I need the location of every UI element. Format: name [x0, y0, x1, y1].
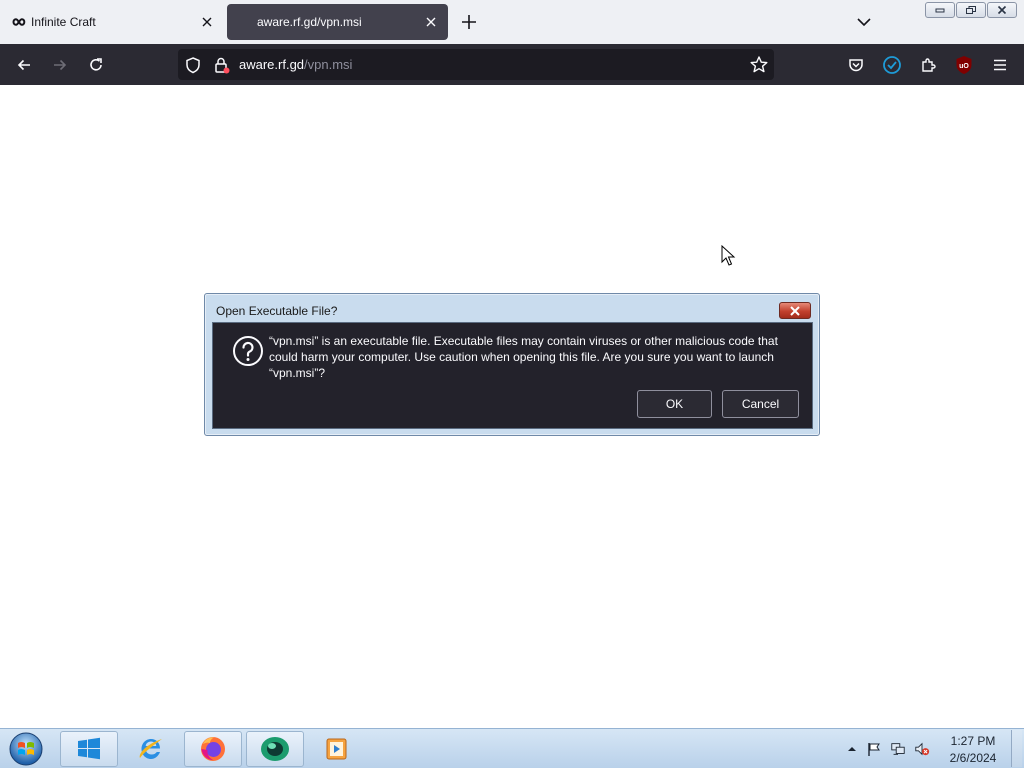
ublock-icon[interactable]: uO: [952, 53, 976, 77]
reload-icon[interactable]: [84, 53, 108, 77]
internet-explorer-icon: [139, 739, 162, 759]
url-text[interactable]: aware.rf.gd/vpn.msi: [239, 57, 352, 72]
tab-label: aware.rf.gd/vpn.msi: [257, 15, 362, 29]
back-icon[interactable]: [12, 53, 36, 77]
taskbar: 1:27 PM 2/6/2024: [0, 728, 1024, 768]
show-desktop-button[interactable]: [1011, 730, 1022, 767]
menu-icon[interactable]: [988, 53, 1012, 77]
extension-check-icon[interactable]: [880, 53, 904, 77]
taskbar-item-media-player[interactable]: [308, 731, 366, 767]
tab-label: Infinite Craft: [31, 15, 96, 29]
url-path: /vpn.msi: [304, 57, 353, 72]
volume-muted-icon[interactable]: [914, 741, 930, 757]
svg-text:uO: uO: [959, 63, 969, 70]
taskbar-item-internet-explorer[interactable]: [122, 731, 180, 767]
clock-date[interactable]: 2/6/2024: [944, 751, 1002, 765]
taskbar-item-windows[interactable]: [60, 731, 118, 767]
tab-strip: Infinite Craft aware.rf.gd/vpn.msi: [0, 0, 1024, 44]
tab-infinite-craft[interactable]: Infinite Craft: [0, 4, 224, 40]
dialog-message: “vpn.msi” is an executable file. Executa…: [269, 334, 778, 380]
taskbar-item-green-app[interactable]: [246, 731, 304, 767]
open-executable-dialog: Open Executable File? “vpn.msi” is an ex…: [204, 293, 820, 436]
close-icon[interactable]: [987, 2, 1017, 18]
media-player-icon: [326, 738, 347, 760]
taskbar-item-firefox[interactable]: [184, 731, 242, 767]
permissions-icon[interactable]: [211, 55, 231, 75]
clock-time[interactable]: 1:27 PM: [944, 734, 1002, 748]
firefox-icon: [201, 737, 225, 761]
minimize-icon[interactable]: [925, 2, 955, 18]
show-hidden-icons-icon[interactable]: [844, 741, 860, 757]
network-icon[interactable]: [890, 741, 906, 757]
tab-vpn-msi[interactable]: aware.rf.gd/vpn.msi: [227, 4, 448, 40]
infinity-icon: [12, 18, 26, 26]
cancel-button[interactable]: Cancel: [722, 390, 799, 418]
ok-button[interactable]: OK: [637, 390, 712, 418]
dialog-title: Open Executable File?: [216, 304, 338, 318]
action-center-flag-icon[interactable]: [866, 741, 882, 757]
question-icon: [233, 336, 263, 366]
tab-close-icon[interactable]: [423, 14, 439, 30]
pocket-icon[interactable]: [844, 53, 868, 77]
green-app-icon: [261, 737, 289, 761]
windows-logo-icon: [78, 737, 100, 760]
dialog-body: “vpn.msi” is an executable file. Executa…: [212, 322, 813, 429]
extensions-puzzle-icon[interactable]: [916, 53, 940, 77]
new-tab-plus-icon[interactable]: [458, 11, 480, 33]
chevron-down-icon[interactable]: [854, 12, 874, 32]
bookmark-star-icon[interactable]: [748, 54, 770, 76]
tab-close-icon[interactable]: [199, 14, 215, 30]
mouse-cursor-icon: [721, 245, 736, 266]
dialog-close-icon[interactable]: [779, 302, 811, 319]
shield-icon[interactable]: [183, 55, 203, 75]
forward-icon[interactable]: [48, 53, 72, 77]
restore-icon[interactable]: [956, 2, 986, 18]
window-controls: [925, 2, 1020, 20]
url-host: aware.rf.gd: [239, 57, 305, 72]
windows-start-icon[interactable]: [6, 731, 46, 767]
